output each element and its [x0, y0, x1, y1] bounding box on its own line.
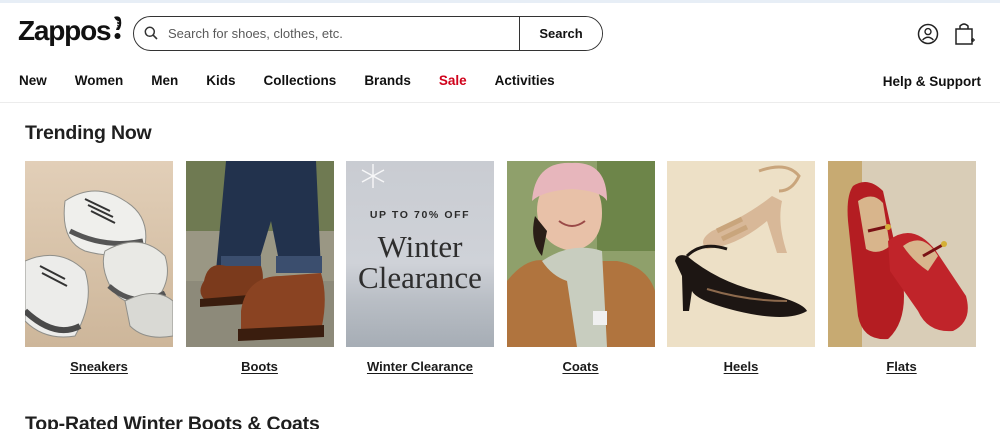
- nav-item-women[interactable]: Women: [75, 72, 124, 90]
- clearance-line-1: Winter: [377, 229, 463, 264]
- trending-cards: Sneakers Boots UP TO 70% OFF Winter Clea…: [25, 161, 988, 375]
- sneakers-image[interactable]: [25, 161, 173, 347]
- card-boots[interactable]: Boots: [185, 161, 334, 375]
- trending-title: Trending Now: [25, 122, 152, 144]
- card-label-flats[interactable]: Flats: [828, 359, 976, 375]
- card-label-winter-clearance[interactable]: Winter Clearance: [346, 359, 494, 375]
- search-button[interactable]: Search: [519, 17, 602, 50]
- search-bar: Search: [133, 16, 603, 51]
- nav-item-activities[interactable]: Activities: [495, 72, 555, 90]
- card-label-boots[interactable]: Boots: [186, 359, 334, 375]
- clearance-line-2: Clearance: [358, 260, 482, 295]
- nav-item-collections[interactable]: Collections: [264, 72, 337, 90]
- boots-image[interactable]: [185, 161, 334, 347]
- nav-item-brands[interactable]: Brands: [364, 72, 411, 90]
- nav-item-men[interactable]: Men: [151, 72, 178, 90]
- logo-shoe-mark-icon: [114, 16, 122, 39]
- help-support-link[interactable]: Help & Support: [883, 73, 981, 91]
- nav-item-new[interactable]: New: [19, 72, 47, 90]
- top-rated-section-title: Top-Rated Winter Boots & Coats: [25, 413, 320, 429]
- main-nav: New Women Men Kids Collections Brands Sa…: [19, 72, 583, 90]
- card-heels[interactable]: Heels: [667, 161, 815, 375]
- heels-image[interactable]: [667, 161, 815, 347]
- card-label-coats[interactable]: Coats: [507, 359, 655, 375]
- flats-image[interactable]: [827, 161, 976, 347]
- cart-icon[interactable]: [953, 21, 977, 47]
- zappos-logo[interactable]: Zappos: [18, 15, 123, 47]
- header-divider: [0, 102, 1000, 103]
- card-winter-clearance[interactable]: UP TO 70% OFF Winter Clearance Winter Cl…: [346, 161, 494, 375]
- card-label-heels[interactable]: Heels: [667, 359, 815, 375]
- search-icon: [134, 17, 168, 49]
- card-coats[interactable]: Coats: [506, 161, 655, 375]
- card-sneakers[interactable]: Sneakers: [25, 161, 173, 375]
- coats-image[interactable]: [506, 161, 655, 347]
- clearance-discount-text: UP TO 70% OFF: [369, 209, 471, 221]
- top-accent-line: [0, 0, 1000, 3]
- winter-clearance-image[interactable]: UP TO 70% OFF Winter Clearance: [346, 161, 494, 347]
- search-input[interactable]: [168, 17, 519, 50]
- logo-text: Zappos: [18, 15, 112, 46]
- nav-item-kids[interactable]: Kids: [206, 72, 235, 90]
- account-icon[interactable]: [916, 21, 940, 47]
- snowflake-icon: [361, 164, 385, 188]
- card-flats[interactable]: Flats: [827, 161, 976, 375]
- card-label-sneakers[interactable]: Sneakers: [25, 359, 173, 375]
- nav-item-sale[interactable]: Sale: [439, 72, 467, 90]
